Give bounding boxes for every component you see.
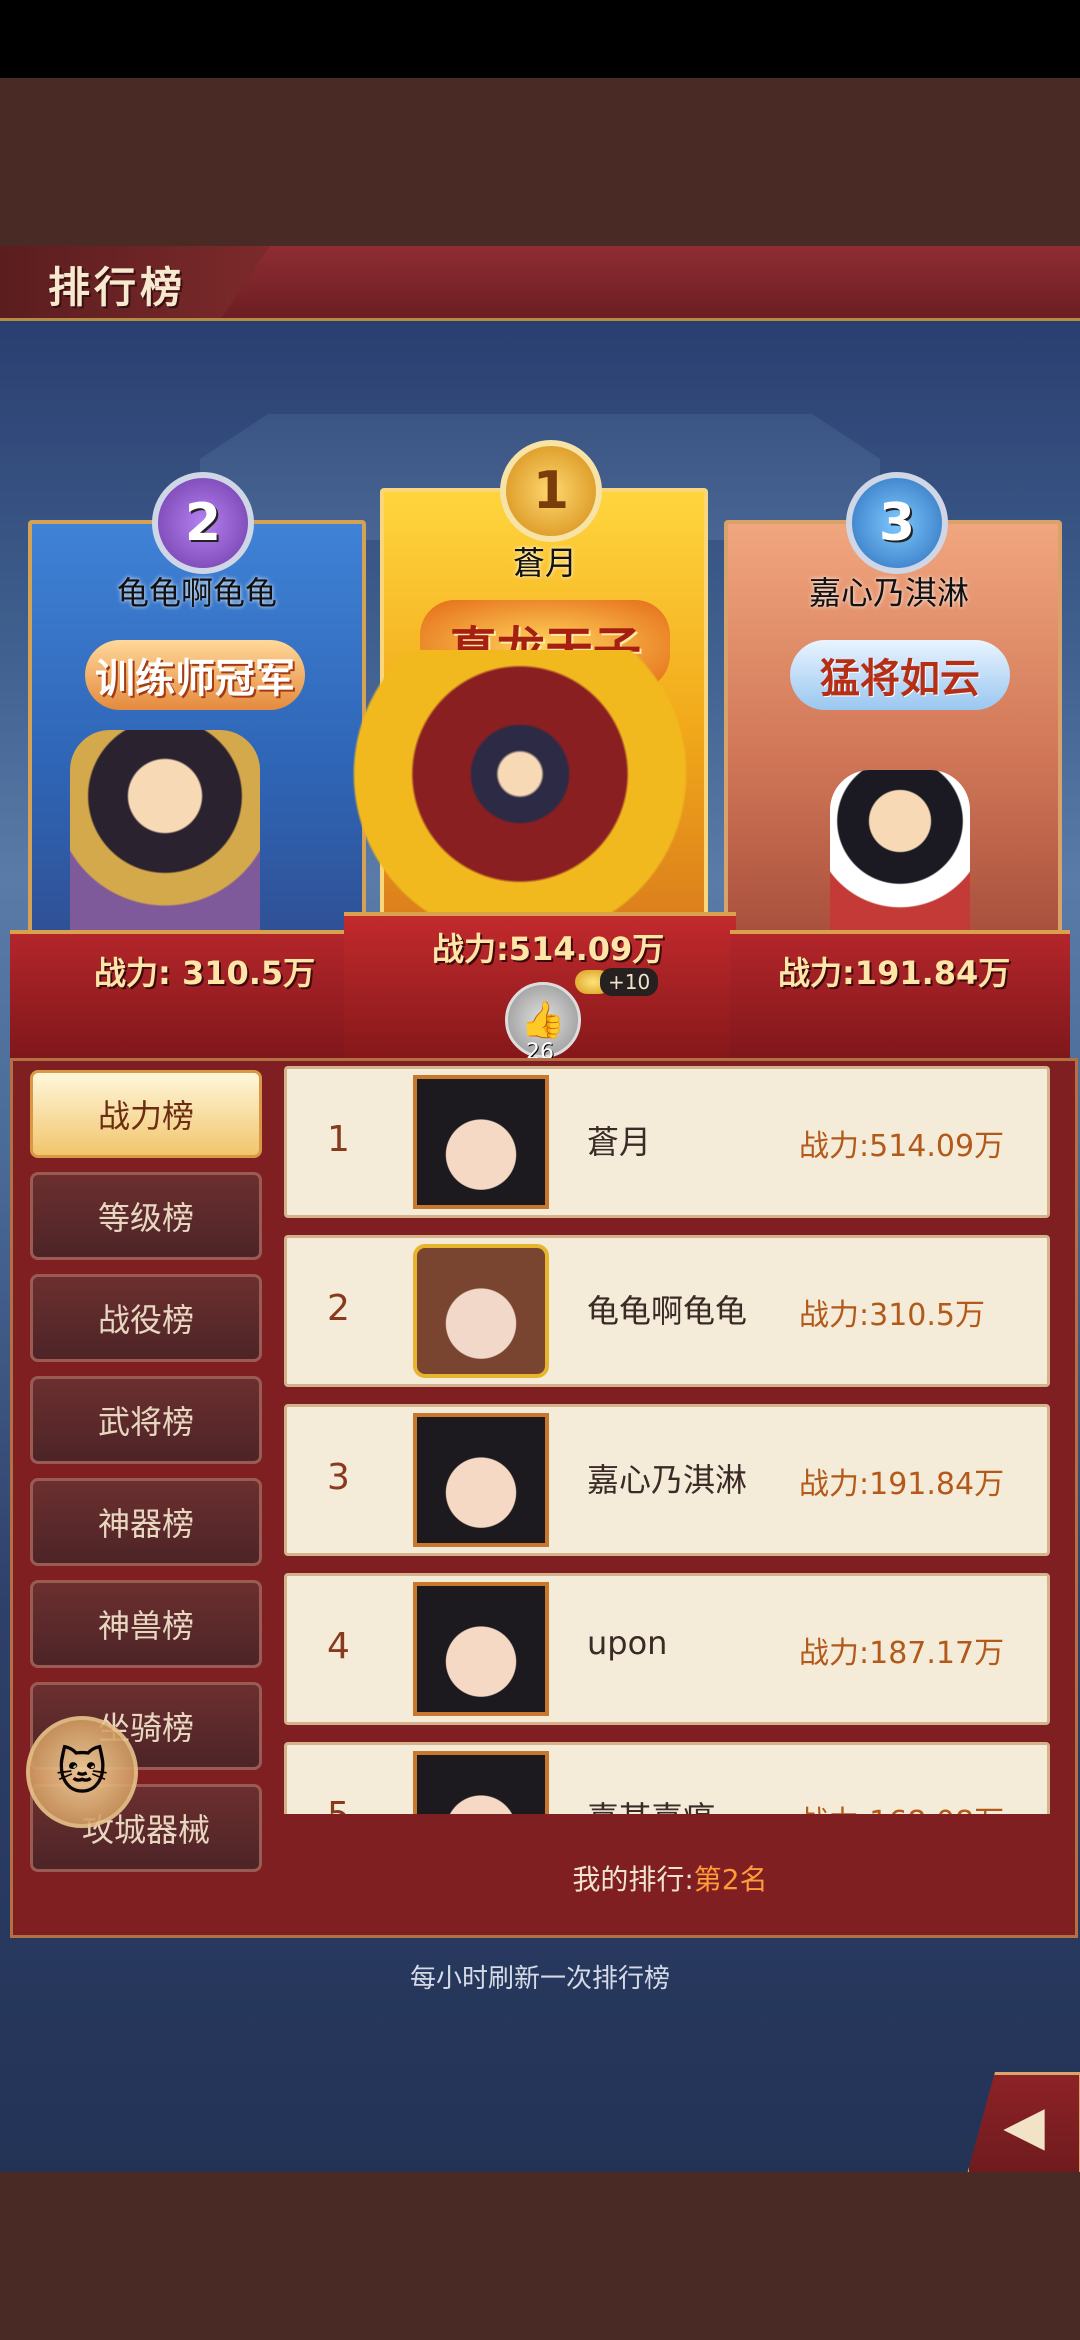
avatar[interactable] <box>413 1751 549 1814</box>
title-badge-third: 猛将如云 <box>790 640 1010 710</box>
podium-power-third: 战力:191.84万 <box>778 954 1011 992</box>
row-rank: 1 <box>327 1119 350 1160</box>
tab-power[interactable]: 战力榜 <box>30 1070 262 1158</box>
ranking-list[interactable]: 1 蒼月 战力:514.09万 2 龟龟啊龟龟 战力:310.5万 3 嘉心乃淇… <box>284 1066 1056 1814</box>
title-badge-second: 训练师冠军 <box>85 640 305 710</box>
tab-artifacts[interactable]: 神器榜 <box>30 1478 262 1566</box>
avatar[interactable] <box>413 1075 549 1209</box>
top-frame <box>0 78 1080 248</box>
list-item[interactable]: 3 嘉心乃淇淋 战力:191.84万 <box>284 1404 1050 1556</box>
row-power: 战力:514.09万 <box>799 1129 1005 1164</box>
rank-medal-3: 3 <box>846 472 948 574</box>
row-power: 战力:187.17万 <box>799 1636 1005 1671</box>
podium-power-first: 战力:514.09万 <box>432 930 665 968</box>
thumbs-up-icon: 👍 <box>520 1000 566 1041</box>
status-bar <box>0 0 1080 78</box>
avatar[interactable] <box>413 1244 549 1378</box>
avatar[interactable] <box>413 1413 549 1547</box>
leaderboard-screen: 排行榜 2 1 3 龟龟啊龟龟 蒼月 嘉心乃淇淋 训练师冠军 真龙天子 猛将如云… <box>0 0 1080 2340</box>
back-arrow-icon: ◀ <box>1003 2093 1045 2157</box>
hero-figure-second <box>70 730 260 950</box>
row-rank: 2 <box>327 1288 350 1329</box>
row-name: 喜某喜癌 <box>587 1793 715 1814</box>
podium-name-first: 蒼月 <box>512 544 577 582</box>
podium-name-second: 龟龟啊龟龟 <box>116 574 277 612</box>
tab-campaign[interactable]: 战役榜 <box>30 1274 262 1362</box>
row-rank: 4 <box>327 1626 350 1667</box>
row-rank: 3 <box>327 1457 350 1498</box>
assistant-pet-icon[interactable]: 🐱 <box>26 1716 138 1828</box>
avatar[interactable] <box>413 1582 549 1716</box>
page-title: 排行榜 <box>48 263 187 312</box>
rank-medal-2: 2 <box>152 472 254 574</box>
tab-generals[interactable]: 武将榜 <box>30 1376 262 1464</box>
my-rank: 我的排行:第2名 <box>284 1858 1056 1898</box>
row-rank: 5 <box>327 1795 350 1814</box>
podium-power-second: 战力: 310.5万 <box>94 954 316 992</box>
tab-beasts[interactable]: 神兽榜 <box>30 1580 262 1668</box>
row-power: 战力:310.5万 <box>799 1298 985 1333</box>
row-power: 战力:168.08万 <box>799 1797 1004 1814</box>
row-name: 龟龟啊龟龟 <box>587 1292 748 1330</box>
like-bonus: +10 <box>600 968 659 996</box>
tab-level[interactable]: 等级榜 <box>30 1172 262 1260</box>
list-item[interactable]: 4 upon 战力:187.17万 <box>284 1573 1050 1725</box>
bottom-frame <box>0 2172 1080 2340</box>
list-item[interactable]: 5 喜某喜癌 战力:168.08万 <box>284 1742 1050 1814</box>
row-name: 蒼月 <box>587 1123 652 1161</box>
list-item[interactable]: 2 龟龟啊龟龟 战力:310.5万 <box>284 1235 1050 1387</box>
row-name: 嘉心乃淇淋 <box>587 1461 748 1499</box>
my-rank-value: 第2名 <box>693 1863 768 1896</box>
row-name: upon <box>587 1624 668 1662</box>
list-item[interactable]: 1 蒼月 战力:514.09万 <box>284 1066 1050 1218</box>
rank-medal-1: 1 <box>500 440 602 542</box>
refresh-note: 每小时刷新一次排行榜 <box>409 1964 670 1994</box>
my-rank-label: 我的排行: <box>572 1863 694 1896</box>
podium-name-third: 嘉心乃淇淋 <box>808 574 969 612</box>
row-power: 战力:191.84万 <box>799 1467 1005 1502</box>
hero-figure-third <box>830 770 970 940</box>
